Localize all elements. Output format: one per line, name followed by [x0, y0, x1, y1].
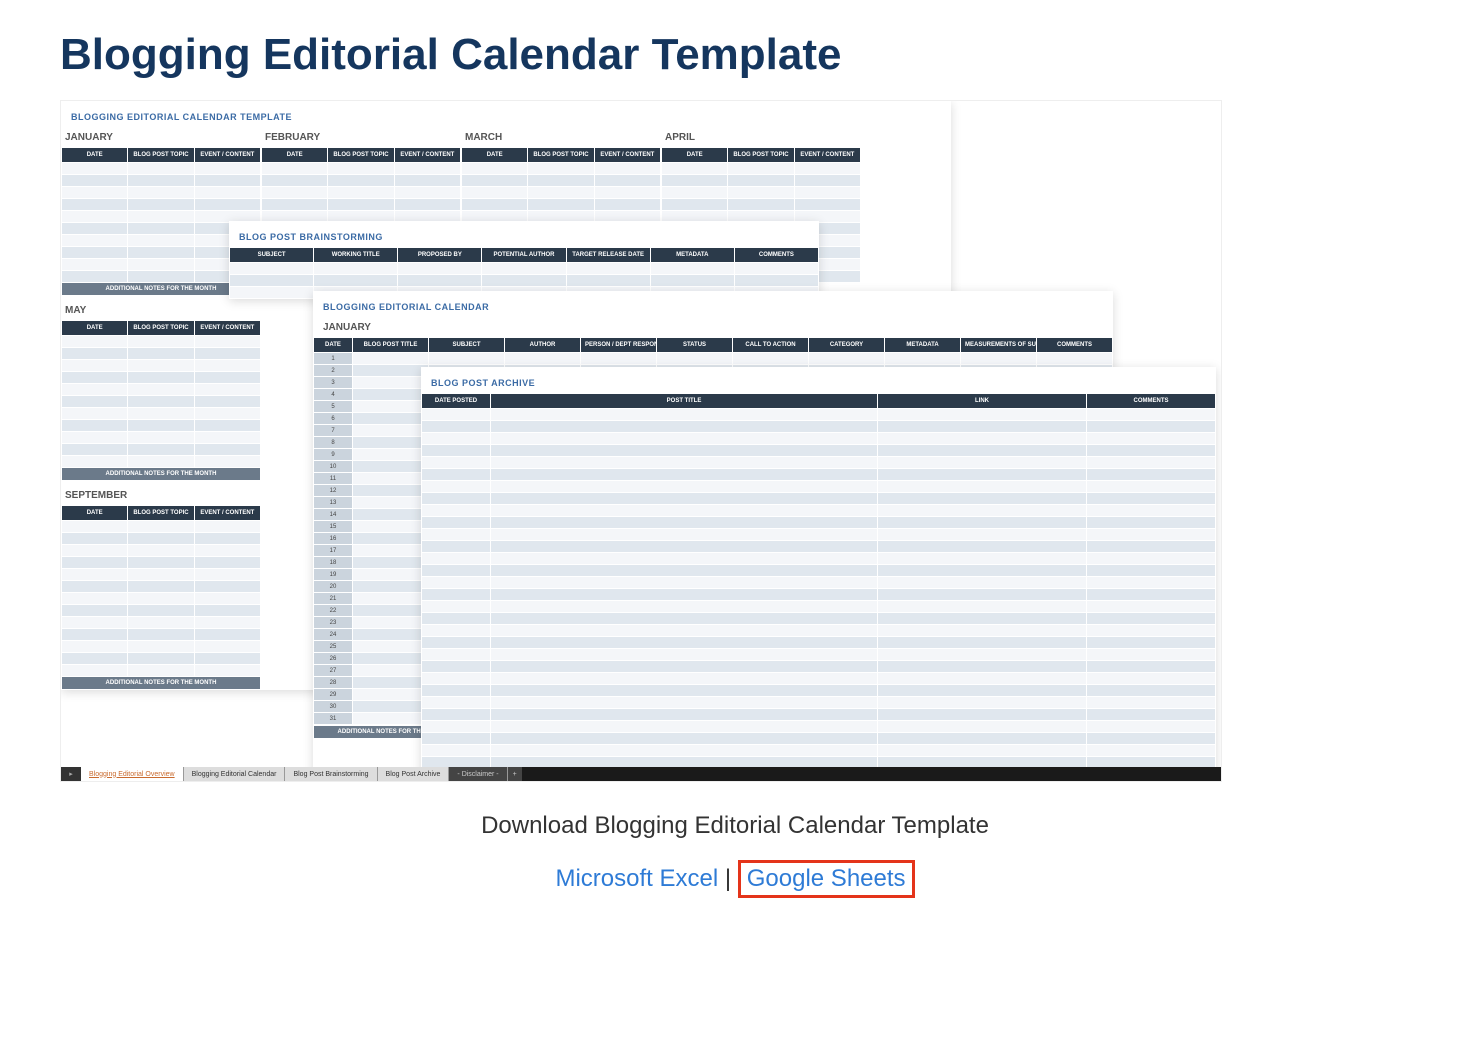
tab-nav-icon[interactable]: ▸	[61, 767, 81, 781]
highlight-box: Google Sheets	[738, 860, 915, 898]
overview-doc-title: BLOGGING EDITORIAL CALENDAR TEMPLATE	[71, 112, 292, 122]
brainstorm-title: BLOG POST BRAINSTORMING	[239, 232, 383, 242]
sheet-tab[interactable]: Blogging Editorial Calendar	[184, 767, 286, 781]
sheet-tab[interactable]: Blog Post Archive	[378, 767, 450, 781]
page-title: Blogging Editorial Calendar Template	[60, 30, 1410, 80]
calendar-title: BLOGGING EDITORIAL CALENDAR	[323, 302, 489, 312]
brainstorm-sheet: BLOG POST BRAINSTORMING SUBJECTWORKING T…	[229, 221, 819, 299]
download-caption: Download Blogging Editorial Calendar Tem…	[60, 812, 1410, 840]
template-screenshot: BLOGGING EDITORIAL CALENDAR TEMPLATE JAN…	[60, 100, 1222, 782]
archive-sheet: BLOG POST ARCHIVE DATE POSTEDPOST TITLEL…	[421, 367, 1216, 782]
sheets-link[interactable]: Google Sheets	[747, 865, 906, 892]
sheet-tab-bar: ▸ Blogging Editorial OverviewBlogging Ed…	[61, 767, 1221, 781]
excel-link[interactable]: Microsoft Excel	[555, 865, 718, 892]
sheet-tab[interactable]: Blog Post Brainstorming	[285, 767, 377, 781]
sheet-tab[interactable]: Blogging Editorial Overview	[81, 767, 184, 781]
archive-title: BLOG POST ARCHIVE	[431, 378, 535, 388]
sheet-tab[interactable]: - Disclaimer -	[449, 767, 507, 781]
download-links: Microsoft Excel | Google Sheets	[60, 860, 1410, 898]
calendar-month-jan: JANUARY	[323, 322, 371, 333]
tab-add-button[interactable]: +	[508, 767, 522, 781]
